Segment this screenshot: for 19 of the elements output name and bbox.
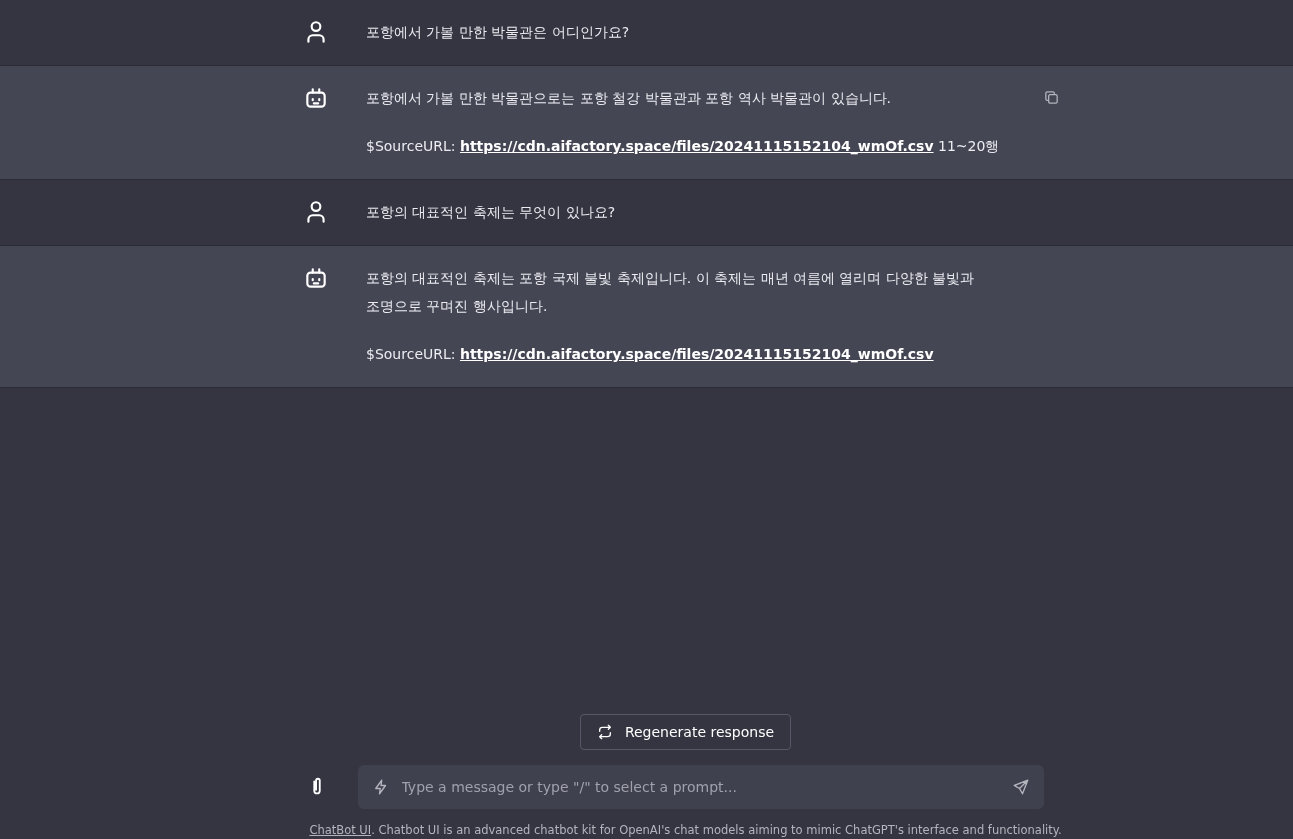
source-link[interactable]: https://cdn.aifactory.space/files/20241115152104_wmOf.csv bbox=[459, 346, 934, 362]
chatbot-ui-link[interactable]: ChatBot UI bbox=[309, 823, 372, 837]
message-input-bar[interactable]: Type a message or type "/" to select a prompt... bbox=[357, 765, 1044, 809]
message-text: 포항에서 가볼 만한 박물관으로는 포항 철강 박물관과 포항 역사 박물관이 있습니다. bbox=[366, 90, 891, 106]
row-range-text: 11~20행 bbox=[938, 138, 1000, 154]
copy-icon[interactable] bbox=[1043, 89, 1060, 106]
repeat-icon bbox=[596, 724, 613, 740]
message-input-field[interactable]: Type a message or type "/" to select a prompt... bbox=[399, 778, 1002, 796]
message-text: 포항의 대표적인 축제는 포항 국제 불빛 축제입니다. 이 축제는 매년 여름에 열리며 다양한 불빛과 조명으로 꾸며진 행사입니다. bbox=[366, 270, 975, 314]
message-text: 포항에서 가볼 만한 박물관은 어디인가요? bbox=[366, 24, 630, 40]
source-link[interactable]: https://cdn.aifactory.space/files/20241115152104_wmOf.csv bbox=[459, 138, 934, 154]
robot-icon bbox=[303, 265, 329, 291]
source-label: $SourceURL: bbox=[366, 138, 456, 154]
regenerate-button[interactable]: Regenerate response bbox=[579, 714, 792, 750]
source-label: $SourceURL: bbox=[366, 346, 456, 362]
robot-icon bbox=[303, 85, 329, 111]
send-icon[interactable] bbox=[1011, 778, 1030, 796]
message-text: 포항의 대표적인 축제는 무엇이 있나요? bbox=[366, 204, 616, 220]
footer-text: . Chatbot UI is an advanced chatbot kit for OpenAI's chat models aiming to mimic ChatGPT's interface and functionality. bbox=[371, 823, 1062, 837]
